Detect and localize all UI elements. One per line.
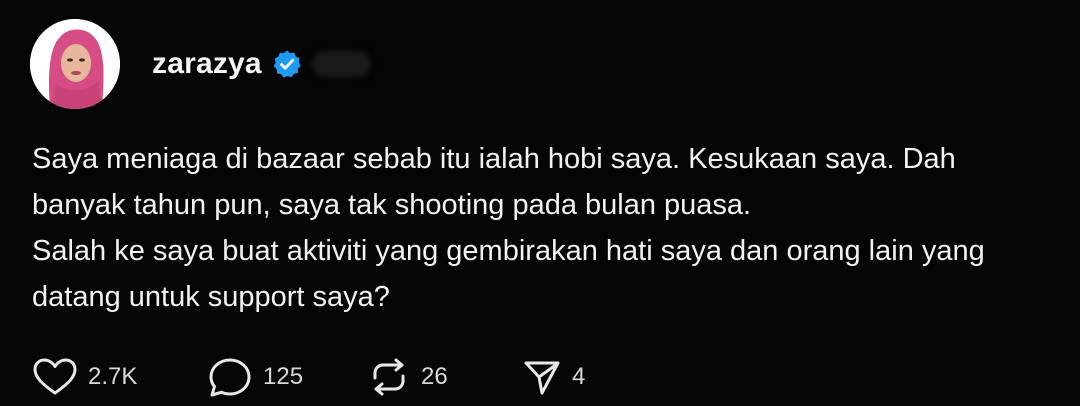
send-icon (524, 361, 560, 395)
reply-count: 125 (263, 363, 304, 390)
repost-icon (373, 358, 405, 396)
redacted-badge (311, 51, 370, 77)
repost-count: 26 (421, 363, 448, 390)
heart-icon (33, 358, 77, 395)
avatar-image (30, 19, 120, 109)
post-text: Saya meniaga di bazaar sebab itu ialah h… (32, 136, 1042, 320)
like-button[interactable]: 2.7K (32, 355, 207, 399)
action-bar: 2.7K 125 26 4 (32, 355, 585, 399)
avatar[interactable] (30, 19, 120, 109)
username[interactable]: zarazya (152, 47, 262, 81)
share-button[interactable]: 4 (522, 355, 585, 399)
post-header: zarazya (30, 18, 370, 110)
like-count: 2.7K (88, 363, 138, 390)
comment-icon (209, 358, 251, 397)
post-paragraph: Salah ke saya buat aktiviti yang gembira… (32, 235, 985, 313)
repost-button[interactable]: 26 (367, 355, 522, 399)
reply-button[interactable]: 125 (207, 355, 367, 399)
post-paragraph: Saya meniaga di bazaar sebab itu ialah h… (32, 143, 956, 221)
post-card: zarazya Saya meniaga di bazaar sebab itu… (0, 0, 1080, 406)
verified-badge-icon (272, 49, 302, 79)
share-count: 4 (572, 363, 586, 390)
